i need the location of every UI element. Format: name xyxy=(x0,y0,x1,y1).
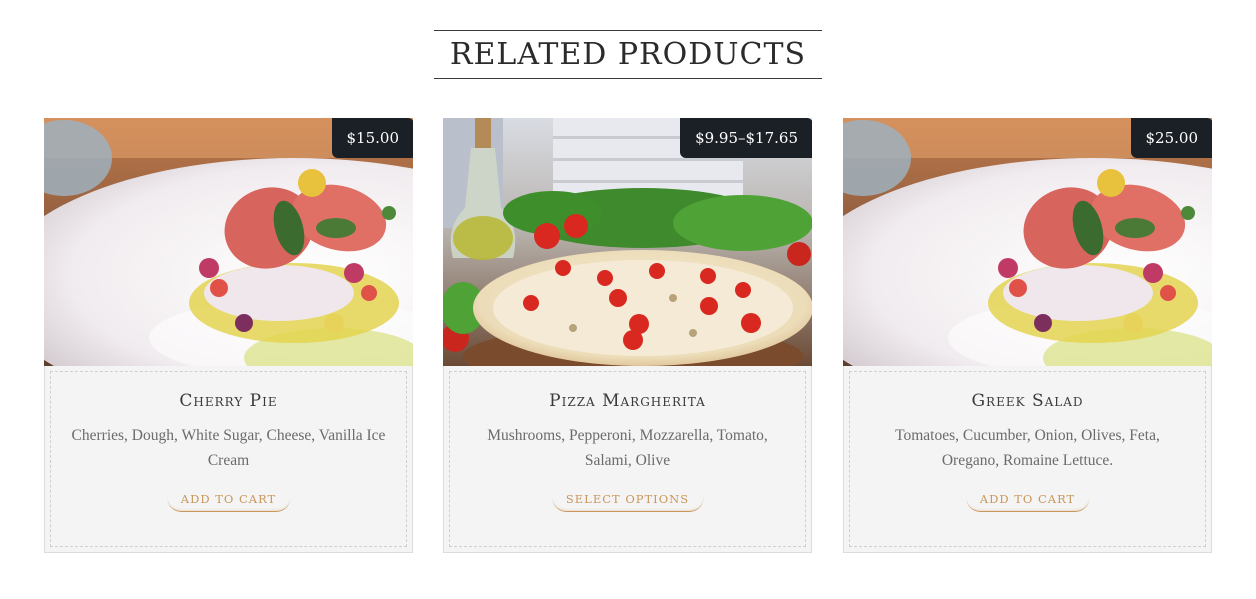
product-info: Greek Salad Tomatoes, Cucumber, Onion, O… xyxy=(843,366,1212,553)
product-image-link[interactable]: $15.00 xyxy=(44,118,413,366)
related-products-header: RELATED PRODUCTS xyxy=(0,30,1256,79)
product-info: Cherry Pie Cherries, Dough, White Sugar,… xyxy=(44,366,413,553)
product-image-link[interactable]: $25.00 xyxy=(843,118,1212,366)
product-title[interactable]: Pizza Margherita xyxy=(450,391,805,411)
product-title[interactable]: Cherry Pie xyxy=(51,391,406,411)
add-to-cart-button[interactable]: ADD TO CART xyxy=(965,490,1090,512)
product-image-link[interactable]: $9.95–$17.65 xyxy=(443,118,812,366)
related-products-list: $15.00 Cherry Pie Cherries, Dough, White… xyxy=(44,118,1214,554)
product-card: $25.00 Greek Salad Tomatoes, Cucumber, O… xyxy=(843,118,1212,553)
select-options-button[interactable]: SELECT OPTIONS xyxy=(551,490,704,512)
product-info-frame: Pizza Margherita Mushrooms, Pepperoni, M… xyxy=(449,371,806,547)
product-description: Mushrooms, Pepperoni, Mozzarella, Tomato… xyxy=(487,427,768,469)
section-title: RELATED PRODUCTS xyxy=(433,30,823,79)
product-card: $9.95–$17.65 Pizza Margherita Mushrooms,… xyxy=(443,118,812,553)
price-badge: $25.00 xyxy=(1130,118,1212,158)
product-info-frame: Cherry Pie Cherries, Dough, White Sugar,… xyxy=(50,371,407,547)
price-badge: $15.00 xyxy=(331,118,413,158)
product-info-frame: Greek Salad Tomatoes, Cucumber, Onion, O… xyxy=(849,371,1206,547)
product-info: Pizza Margherita Mushrooms, Pepperoni, M… xyxy=(443,366,812,553)
price-badge: $9.95–$17.65 xyxy=(680,118,812,158)
product-description: Cherries, Dough, White Sugar, Cheese, Va… xyxy=(71,427,386,469)
product-description: Tomatoes, Cucumber, Onion, Olives, Feta,… xyxy=(895,427,1160,469)
add-to-cart-button[interactable]: ADD TO CART xyxy=(166,490,291,512)
product-card: $15.00 Cherry Pie Cherries, Dough, White… xyxy=(44,118,413,553)
product-title[interactable]: Greek Salad xyxy=(850,391,1205,411)
